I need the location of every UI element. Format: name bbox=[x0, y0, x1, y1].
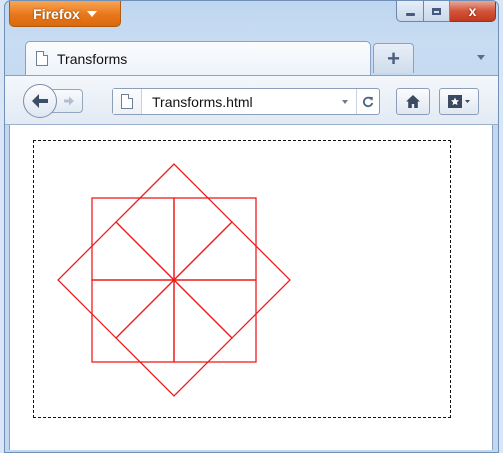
new-tab-button[interactable]: + bbox=[373, 43, 414, 73]
navigation-toolbar: Transforms.html bbox=[5, 75, 498, 125]
reload-icon bbox=[363, 96, 374, 107]
tab-title: Transforms bbox=[57, 50, 128, 67]
plus-icon: + bbox=[387, 45, 400, 71]
home-button[interactable] bbox=[396, 88, 430, 115]
address-bar[interactable]: Transforms.html bbox=[112, 88, 380, 115]
page-content bbox=[9, 125, 493, 450]
minimize-icon bbox=[405, 12, 415, 16]
transform-canvas bbox=[33, 140, 451, 418]
history-dropdown-icon[interactable] bbox=[342, 99, 348, 104]
chevron-down-icon bbox=[86, 10, 97, 17]
page-icon bbox=[36, 51, 48, 66]
maximize-button[interactable] bbox=[424, 1, 450, 22]
minimize-button[interactable] bbox=[396, 1, 424, 22]
firefox-menu-label: Firefox bbox=[33, 5, 80, 22]
site-identity-button[interactable] bbox=[113, 89, 142, 114]
tab-list-chevron-icon[interactable] bbox=[477, 55, 485, 60]
home-icon bbox=[406, 95, 420, 108]
arrow-left-icon bbox=[32, 94, 48, 108]
page-icon bbox=[121, 94, 133, 109]
bookmarks-button[interactable] bbox=[439, 88, 479, 115]
url-text[interactable]: Transforms.html bbox=[152, 94, 342, 110]
rotated-squares-drawing bbox=[57, 163, 291, 397]
close-icon: x bbox=[468, 3, 477, 19]
bookmarks-icon bbox=[448, 95, 470, 108]
browser-window: Firefox x Transforms + Transforms.html bbox=[4, 0, 499, 453]
tab-transforms[interactable]: Transforms bbox=[25, 41, 371, 75]
maximize-icon bbox=[432, 7, 441, 15]
window-controls: x bbox=[396, 1, 496, 22]
firefox-menu-button[interactable]: Firefox bbox=[9, 1, 121, 27]
title-bar: Firefox x bbox=[5, 1, 498, 35]
arrow-right-icon bbox=[64, 96, 74, 106]
close-button[interactable]: x bbox=[450, 1, 496, 22]
back-button[interactable] bbox=[23, 84, 57, 118]
reload-button[interactable] bbox=[356, 89, 379, 114]
